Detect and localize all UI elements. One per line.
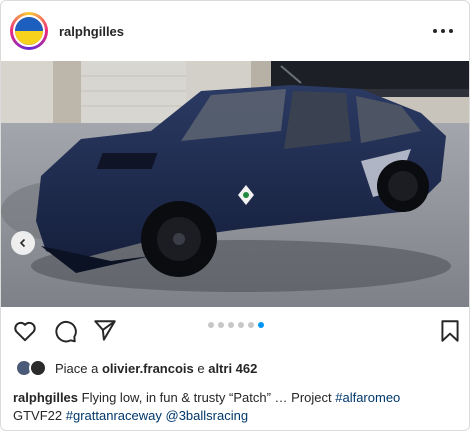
hashtag-link[interactable]: #grattanraceway <box>66 408 162 423</box>
caption-text: Flying low, in fun & trusty “Patch” … Pr… <box>78 390 336 405</box>
likes-conjunction: e <box>193 360 209 376</box>
post-caption: ralphgilles Flying low, in fun & trusty … <box>13 389 459 425</box>
post-username[interactable]: ralphgilles <box>59 24 124 39</box>
chevron-left-icon <box>19 238 26 248</box>
carousel-dot <box>218 322 224 328</box>
avatar[interactable] <box>13 15 45 47</box>
story-ring[interactable] <box>10 12 48 50</box>
mention-link[interactable]: @3ballsracing <box>166 408 249 423</box>
post-header: ralphgilles <box>1 1 469 61</box>
comment-icon[interactable] <box>52 318 78 344</box>
likes-text: Piace a olivier.francois e altri 462 <box>55 361 257 376</box>
likes-row: Piace a olivier.francois e altri 462 <box>15 358 257 378</box>
post-image[interactable] <box>1 61 469 307</box>
liker-avatar <box>29 359 47 377</box>
caption-username[interactable]: ralphgilles <box>13 390 78 405</box>
garage-door-center <box>81 61 186 123</box>
more-dot <box>449 29 453 33</box>
post-actions <box>1 313 469 347</box>
carousel-dot-active <box>258 322 264 328</box>
share-icon[interactable] <box>92 318 118 344</box>
hashtag-link[interactable]: #alfaromeo <box>335 390 400 405</box>
hood-vent <box>96 153 158 169</box>
heart-icon[interactable] <box>12 318 38 344</box>
bookmark-icon[interactable] <box>437 318 463 344</box>
avatar-flag-yellow <box>15 31 43 45</box>
likes-count[interactable]: altri 462 <box>208 361 257 376</box>
car-photo <box>1 61 469 307</box>
carousel-dot <box>238 322 244 328</box>
more-dot <box>441 29 445 33</box>
side-window <box>284 91 351 149</box>
liker-avatars[interactable] <box>15 359 51 377</box>
likes-prefix: Piace a <box>55 360 102 376</box>
carousel-prev-button[interactable] <box>11 231 35 255</box>
more-horizontal-icon[interactable] <box>433 23 453 39</box>
liker-username[interactable]: olivier.francois <box>102 361 194 376</box>
carousel-dot <box>248 322 254 328</box>
instagram-post: ralphgilles Piace a olivier.francois e a… <box>0 0 470 431</box>
caption-text-cont: GTVF22 <box>13 408 63 423</box>
carousel-dot <box>208 322 214 328</box>
more-dot <box>433 29 437 33</box>
carousel-dot <box>228 322 234 328</box>
carousel-indicator <box>208 322 264 328</box>
avatar-flag-blue <box>15 17 43 31</box>
